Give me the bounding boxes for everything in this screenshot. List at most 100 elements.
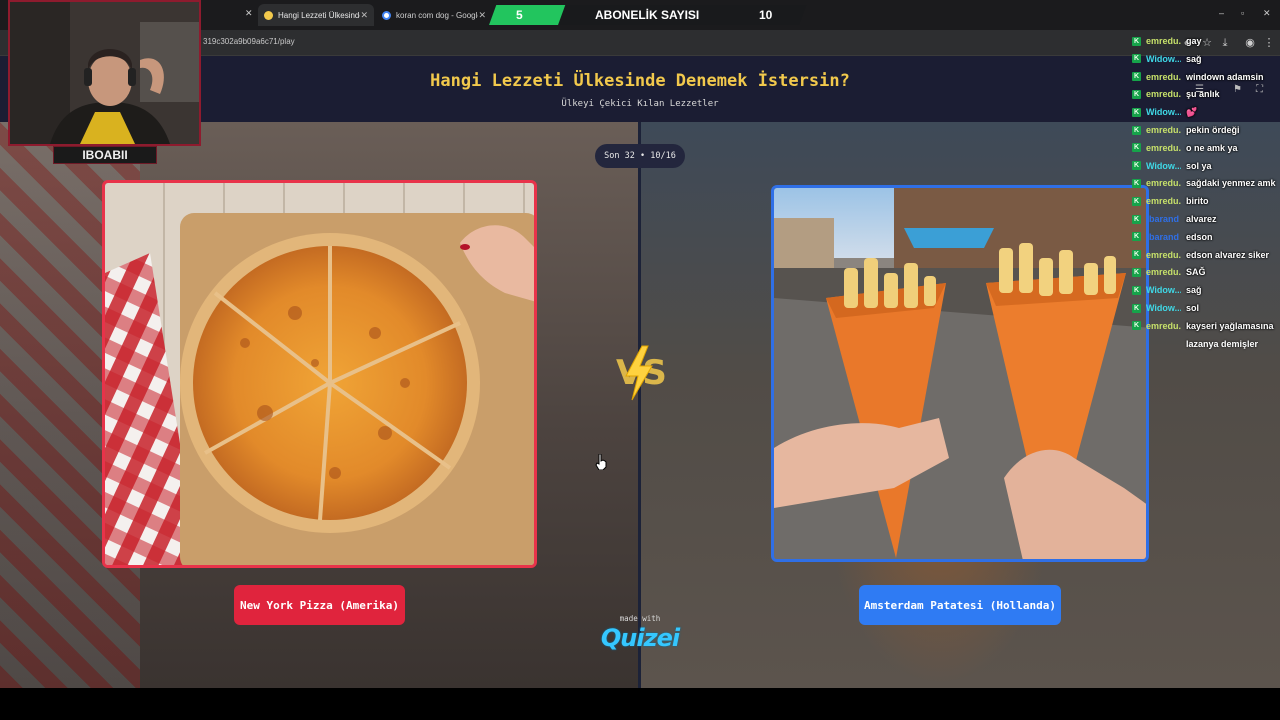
chat-settings-icon: ☰ xyxy=(1195,84,1204,95)
chat-message: K Widow... sol ya xyxy=(1128,158,1212,174)
restore-icon[interactable]: ▫ xyxy=(1241,8,1244,18)
chat-username: emredu... xyxy=(1146,36,1181,46)
goal-current: 5 xyxy=(516,8,523,22)
chat-message: Kfbarand alvarez xyxy=(1128,211,1217,227)
chat-badge-icon: K xyxy=(1132,267,1141,277)
chat-text: gay xyxy=(1186,36,1202,46)
chat-username: emredu... xyxy=(1146,89,1181,100)
close-tab-icon[interactable]: ✕ xyxy=(245,8,253,19)
tab-label: Hangi Lezzeti Ülkesinde Denem xyxy=(278,10,361,20)
option-button-right[interactable]: Amsterdam Patatesi (Hollanda) xyxy=(859,585,1061,625)
chat-text: edson alvarez siker xyxy=(1186,249,1270,260)
round-indicator: Son 32 • 10/16 xyxy=(595,144,685,168)
chat-username: emredu... xyxy=(1146,178,1181,189)
minimize-icon[interactable]: – xyxy=(1219,8,1224,18)
hand-cursor-icon xyxy=(595,454,607,470)
chat-badge-icon: K xyxy=(1132,107,1141,117)
goal-label: ABONELİK SAYISI xyxy=(595,8,700,22)
chat-username: Widow... xyxy=(1146,285,1181,296)
chat-badge-icon: K xyxy=(1132,143,1141,153)
chat-badge-icon: K xyxy=(1132,285,1141,295)
webcam-overlay xyxy=(8,0,201,146)
chat-text: edson xyxy=(1186,231,1213,242)
chat-badge-icon: K xyxy=(1132,89,1141,99)
center-divider xyxy=(638,122,641,688)
chat-message: Kemredu... pekin ördeği xyxy=(1128,122,1240,138)
close-tab-icon[interactable]: ✕ xyxy=(360,10,368,21)
chat-badge-icon: K xyxy=(1132,161,1141,171)
option-card-left[interactable] xyxy=(102,180,537,568)
chat-text: sağdaki yenmez amk xyxy=(1186,178,1276,189)
fullscreen-icon: ⛶ xyxy=(1256,84,1263,95)
option-button-left[interactable]: New York Pizza (Amerika) xyxy=(234,585,405,625)
chat-username: emredu... xyxy=(1146,320,1181,331)
chat-text: pekin ördeği xyxy=(1186,125,1240,135)
chat-badge-icon: K xyxy=(1132,72,1141,82)
chat-overlay: Kemredu... gay K Widow... sağ Kemredu... windo… xyxy=(1128,33,1280,353)
chat-message: Kemredu... sağdaki yenmez amk xyxy=(1128,175,1276,191)
chat-message: Kemredu... gay xyxy=(1128,33,1202,49)
chat-username: emredu... xyxy=(1146,267,1181,278)
chat-badge-icon: K xyxy=(1132,36,1141,46)
chat-message: Kfbarand edson xyxy=(1128,229,1213,245)
pizza-image xyxy=(105,183,534,565)
chat-badge-icon: K xyxy=(1132,214,1141,224)
option-card-right[interactable] xyxy=(771,185,1149,562)
chat-username: Widow... xyxy=(1146,53,1181,64)
vs-badge-icon: VS xyxy=(612,340,668,404)
chat-message: Kemredu...şu anlık xyxy=(1128,86,1220,102)
goal-fill xyxy=(489,5,566,25)
chat-text: sağ xyxy=(1186,285,1202,296)
made-with-label: made with xyxy=(619,614,661,623)
chat-badge-icon: K xyxy=(1132,125,1141,135)
chat-text: 💕 xyxy=(1186,106,1198,117)
chat-message: Kemredu... o ne amk ya xyxy=(1128,140,1238,156)
subscriber-goal-bar: 5 ABONELİK SAYISI 10 xyxy=(489,5,807,25)
chat-text: o ne amk ya xyxy=(1186,142,1238,153)
chat-badge-icon: K xyxy=(1132,178,1141,188)
url-text[interactable]: 319c302a9b09a6c71/play xyxy=(203,37,295,46)
chat-text: lazanya demişler xyxy=(1186,338,1259,349)
streamer-webcam-image xyxy=(10,2,199,144)
tab-label: koran com dog - Google Searc xyxy=(396,10,478,20)
streamer-name: IBOABII xyxy=(53,146,157,164)
chat-username: Widow... xyxy=(1146,303,1181,313)
chat-message: K Widow... sağ xyxy=(1128,51,1202,67)
chat-username: fbarand xyxy=(1146,214,1180,224)
chat-text: sol xyxy=(1186,303,1200,313)
chat-badge-icon: K xyxy=(1132,321,1141,331)
chat-text: sağ xyxy=(1186,53,1202,64)
tab-google[interactable]: koran com dog - Google Searc ✕ xyxy=(376,4,492,26)
chat-message: Kemredu... edson alvarez siker xyxy=(1128,247,1269,263)
fries-image xyxy=(774,188,1146,559)
quiz-favicon-icon xyxy=(264,10,273,20)
chat-message: K Widow... sağ xyxy=(1128,282,1202,298)
close-window-icon[interactable]: ✕ xyxy=(1263,8,1271,19)
brand-logo[interactable]: Quizei xyxy=(596,624,684,652)
tab-quiz[interactable]: Hangi Lezzeti Ülkesinde Denem ✕ xyxy=(258,4,374,26)
chat-username: emredu... xyxy=(1146,142,1181,153)
chat-text: SAĞ xyxy=(1186,267,1206,278)
chat-username: Widow... xyxy=(1146,160,1181,171)
chat-username: fbarand xyxy=(1146,231,1180,242)
chat-text: windown adamsin xyxy=(1186,71,1264,82)
chat-badge-icon: K xyxy=(1132,250,1141,260)
chat-message: Kemredu... SAĞ xyxy=(1128,264,1206,280)
chat-message: K Widow... 💕 xyxy=(1128,104,1197,120)
chat-message: Kemredu... windown adamsin xyxy=(1128,69,1264,85)
chat-username: emredu... xyxy=(1146,249,1181,260)
chat-badge-icon: K xyxy=(1132,54,1141,64)
chat-username: Widow... xyxy=(1146,107,1181,118)
quiz-page: Hangi Lezzeti Ülkesinde Denemek İstersin… xyxy=(0,56,1280,688)
close-tab-icon[interactable]: ✕ xyxy=(478,10,486,21)
chat-message: Kemredu... kayseri yağlamasına xyxy=(1128,318,1274,334)
chat-username: emredu... xyxy=(1146,125,1181,135)
chat-text: kayseri yağlamasına xyxy=(1186,320,1274,331)
chat-badge-icon: K xyxy=(1132,232,1141,242)
chat-text: birito xyxy=(1186,196,1209,207)
chat-text: alvarez xyxy=(1186,214,1217,224)
chat-username: emredu... xyxy=(1146,196,1181,207)
chat-message: K Widow... sol xyxy=(1128,300,1199,316)
chat-badge-icon: K xyxy=(1132,196,1141,206)
chat-text: sol ya xyxy=(1186,160,1212,171)
